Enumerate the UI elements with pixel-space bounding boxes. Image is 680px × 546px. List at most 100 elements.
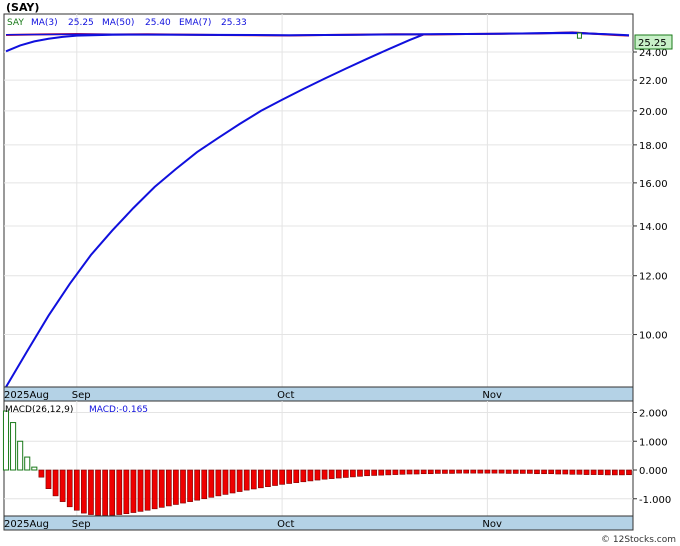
macd-bar — [144, 469, 151, 511]
macd-bar — [265, 469, 271, 487]
macd-bar — [73, 469, 80, 511]
macd-bar — [364, 469, 370, 477]
macd-bar — [158, 469, 165, 508]
legend-ma3-value: 25.25 — [68, 18, 94, 28]
price-y-tick-label: 24.00 — [639, 48, 668, 59]
macd-bar — [350, 469, 356, 478]
price-y-tick-label: 18.00 — [639, 141, 668, 152]
price-x-tick-label: 2025Aug — [4, 390, 49, 401]
macd-bar — [604, 469, 611, 476]
macd-bar — [10, 422, 17, 471]
macd-y-tick-label: -1.000 — [639, 495, 671, 506]
price-y-tick-label: 22.00 — [639, 76, 668, 87]
macd-bar — [258, 469, 264, 489]
macd-bar — [130, 469, 137, 513]
watermark: © 12Stocks.com — [601, 535, 676, 545]
macd-bar — [286, 469, 293, 484]
macd-bar — [194, 469, 200, 501]
macd-bar — [555, 469, 562, 475]
macd-bar — [17, 440, 24, 471]
macd-bar — [484, 469, 491, 474]
macd-bar — [541, 469, 547, 475]
macd-bar — [569, 469, 576, 475]
macd-bar — [576, 469, 583, 475]
macd-label: MACD(26,12,9) — [5, 405, 73, 415]
macd-bar — [243, 469, 250, 491]
legend-symbol: SAY — [7, 18, 24, 28]
macd-bar — [612, 469, 618, 476]
macd-bar — [52, 469, 59, 497]
macd-bar — [300, 469, 307, 483]
macd-bar — [81, 469, 87, 514]
last-price-value: 25.25 — [638, 38, 667, 49]
macd-bar — [498, 469, 505, 474]
macd-bar — [116, 469, 123, 515]
macd-bar — [250, 469, 257, 490]
macd-bar — [66, 469, 73, 508]
macd-bar — [45, 469, 52, 489]
macd-bar — [335, 469, 342, 479]
macd-bar — [272, 469, 278, 486]
price-y-axis: 10.00 12.00 14.00 16.00 18.00 20.00 22.00 24.00 — [633, 48, 668, 342]
macd-x-tick-label: Nov — [482, 519, 502, 530]
price-y-tick-label: 14.00 — [639, 222, 668, 233]
macd-bar — [583, 469, 590, 475]
macd-bar — [406, 469, 413, 475]
macd-bar — [548, 469, 554, 475]
price-x-tick-label: Sep — [72, 390, 91, 401]
macd-bar — [31, 466, 38, 471]
price-candle — [576, 32, 582, 39]
macd-bar — [470, 469, 477, 474]
macd-bar — [505, 469, 512, 474]
macd-bar — [562, 469, 569, 475]
stock-chart: 10.00 12.00 14.00 16.00 18.00 20.00 22.00 24.00… — [2, 1, 676, 545]
macd-bar — [512, 469, 519, 474]
macd-y-axis: 2.000 1.000 0.000 -1.000 — [633, 409, 671, 506]
macd-bar — [88, 469, 94, 515]
macd-bar — [491, 469, 498, 474]
macd-bar — [342, 469, 349, 478]
macd-bar — [2, 410, 10, 471]
macd-bar — [215, 469, 222, 497]
price-x-tick-label: Nov — [482, 390, 502, 401]
price-y-tick-label: 16.00 — [639, 179, 668, 190]
macd-bar — [456, 469, 462, 474]
macd-bar — [328, 469, 335, 479]
ticker-title: (SAY) — [6, 1, 39, 14]
macd-bar — [371, 469, 377, 476]
legend-ma50-label: MA(50) — [102, 18, 134, 28]
macd-bar — [534, 469, 540, 475]
macd-bar — [95, 469, 101, 516]
macd-bar — [59, 469, 66, 502]
macd-value-label: MACD:-0.165 — [89, 405, 148, 415]
macd-bar — [399, 469, 406, 475]
macd-bar — [201, 469, 208, 500]
macd-bar — [427, 469, 434, 475]
macd-bar — [208, 469, 215, 498]
macd-bar — [463, 469, 470, 474]
macd-bar — [420, 469, 427, 475]
macd-bar — [619, 469, 625, 476]
macd-bar — [222, 469, 229, 495]
macd-bar — [413, 469, 420, 475]
macd-bar — [477, 469, 484, 474]
legend-ema7-value: 25.33 — [221, 18, 247, 28]
legend-ema7-label: EMA(7) — [179, 18, 211, 28]
macd-y-tick-label: 1.000 — [639, 437, 668, 448]
macd-bar — [519, 469, 526, 474]
macd-bar — [314, 469, 321, 481]
macd-x-tick-label: 2025Aug — [4, 519, 49, 530]
macd-bar — [24, 456, 31, 471]
macd-bar — [229, 469, 236, 494]
macd-bar — [236, 469, 243, 492]
macd-bar — [123, 469, 130, 515]
macd-bar — [187, 469, 193, 502]
macd-bar — [321, 469, 328, 480]
legend-ma50-value: 25.40 — [145, 18, 171, 28]
macd-bar — [38, 469, 45, 478]
macd-x-axis-band — [3, 515, 634, 531]
macd-bar — [626, 469, 632, 476]
macd-x-tick-label: Sep — [72, 519, 91, 530]
price-y-tick-label: 20.00 — [639, 107, 668, 118]
macd-bar — [102, 469, 108, 516]
